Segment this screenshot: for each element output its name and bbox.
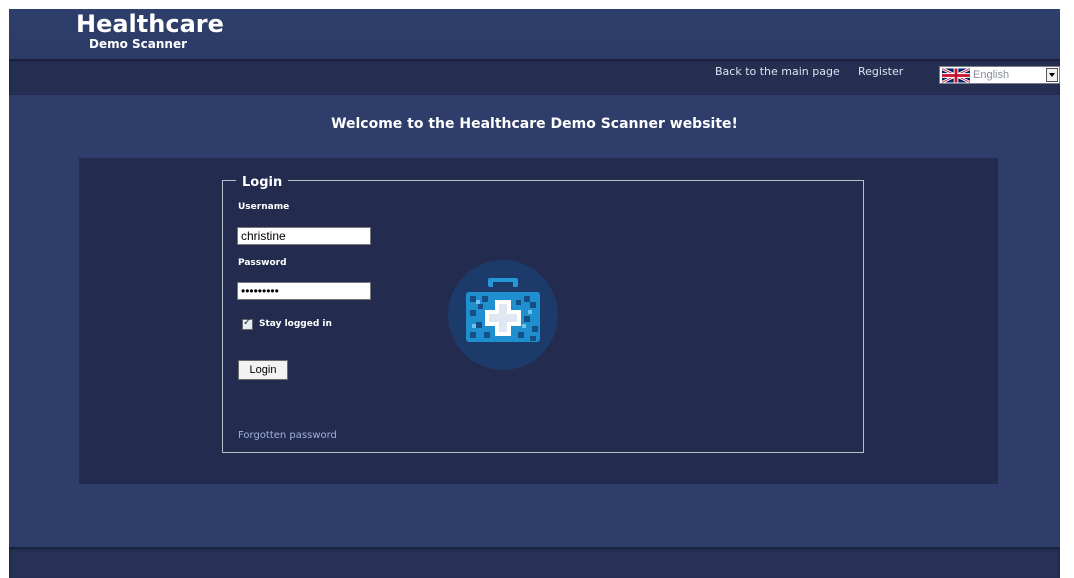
header-bar: Healthcare Demo Scanner <box>9 9 1060 59</box>
language-select-value: English <box>973 69 1010 81</box>
stay-logged-in-label: Stay logged in <box>259 319 332 329</box>
register-link[interactable]: Register <box>858 65 903 78</box>
password-label: Password <box>238 258 287 268</box>
uk-flag-icon <box>942 68 970 83</box>
username-input[interactable] <box>237 227 371 245</box>
password-input[interactable] <box>237 282 371 300</box>
brand-title: Healthcare <box>76 10 224 38</box>
language-select[interactable]: English <box>939 66 1060 84</box>
back-to-main-link[interactable]: Back to the main page <box>715 65 840 78</box>
username-label: Username <box>238 202 290 212</box>
forgot-password-link[interactable]: Forgotten password <box>238 430 337 441</box>
page-frame: Healthcare Demo Scanner Back to the main… <box>9 9 1060 578</box>
chevron-down-icon[interactable] <box>1046 68 1058 82</box>
footer-bar <box>9 547 1060 578</box>
login-legend: Login <box>236 175 289 190</box>
stay-logged-in-checkbox[interactable] <box>242 317 253 330</box>
login-button[interactable]: Login <box>238 360 288 380</box>
brand-subtitle: Demo Scanner <box>89 37 188 51</box>
nav-bar: Back to the main page Register English <box>9 59 1060 95</box>
welcome-heading: Welcome to the Healthcare Demo Scanner w… <box>331 116 738 132</box>
medical-kit-logo-icon <box>448 260 558 370</box>
